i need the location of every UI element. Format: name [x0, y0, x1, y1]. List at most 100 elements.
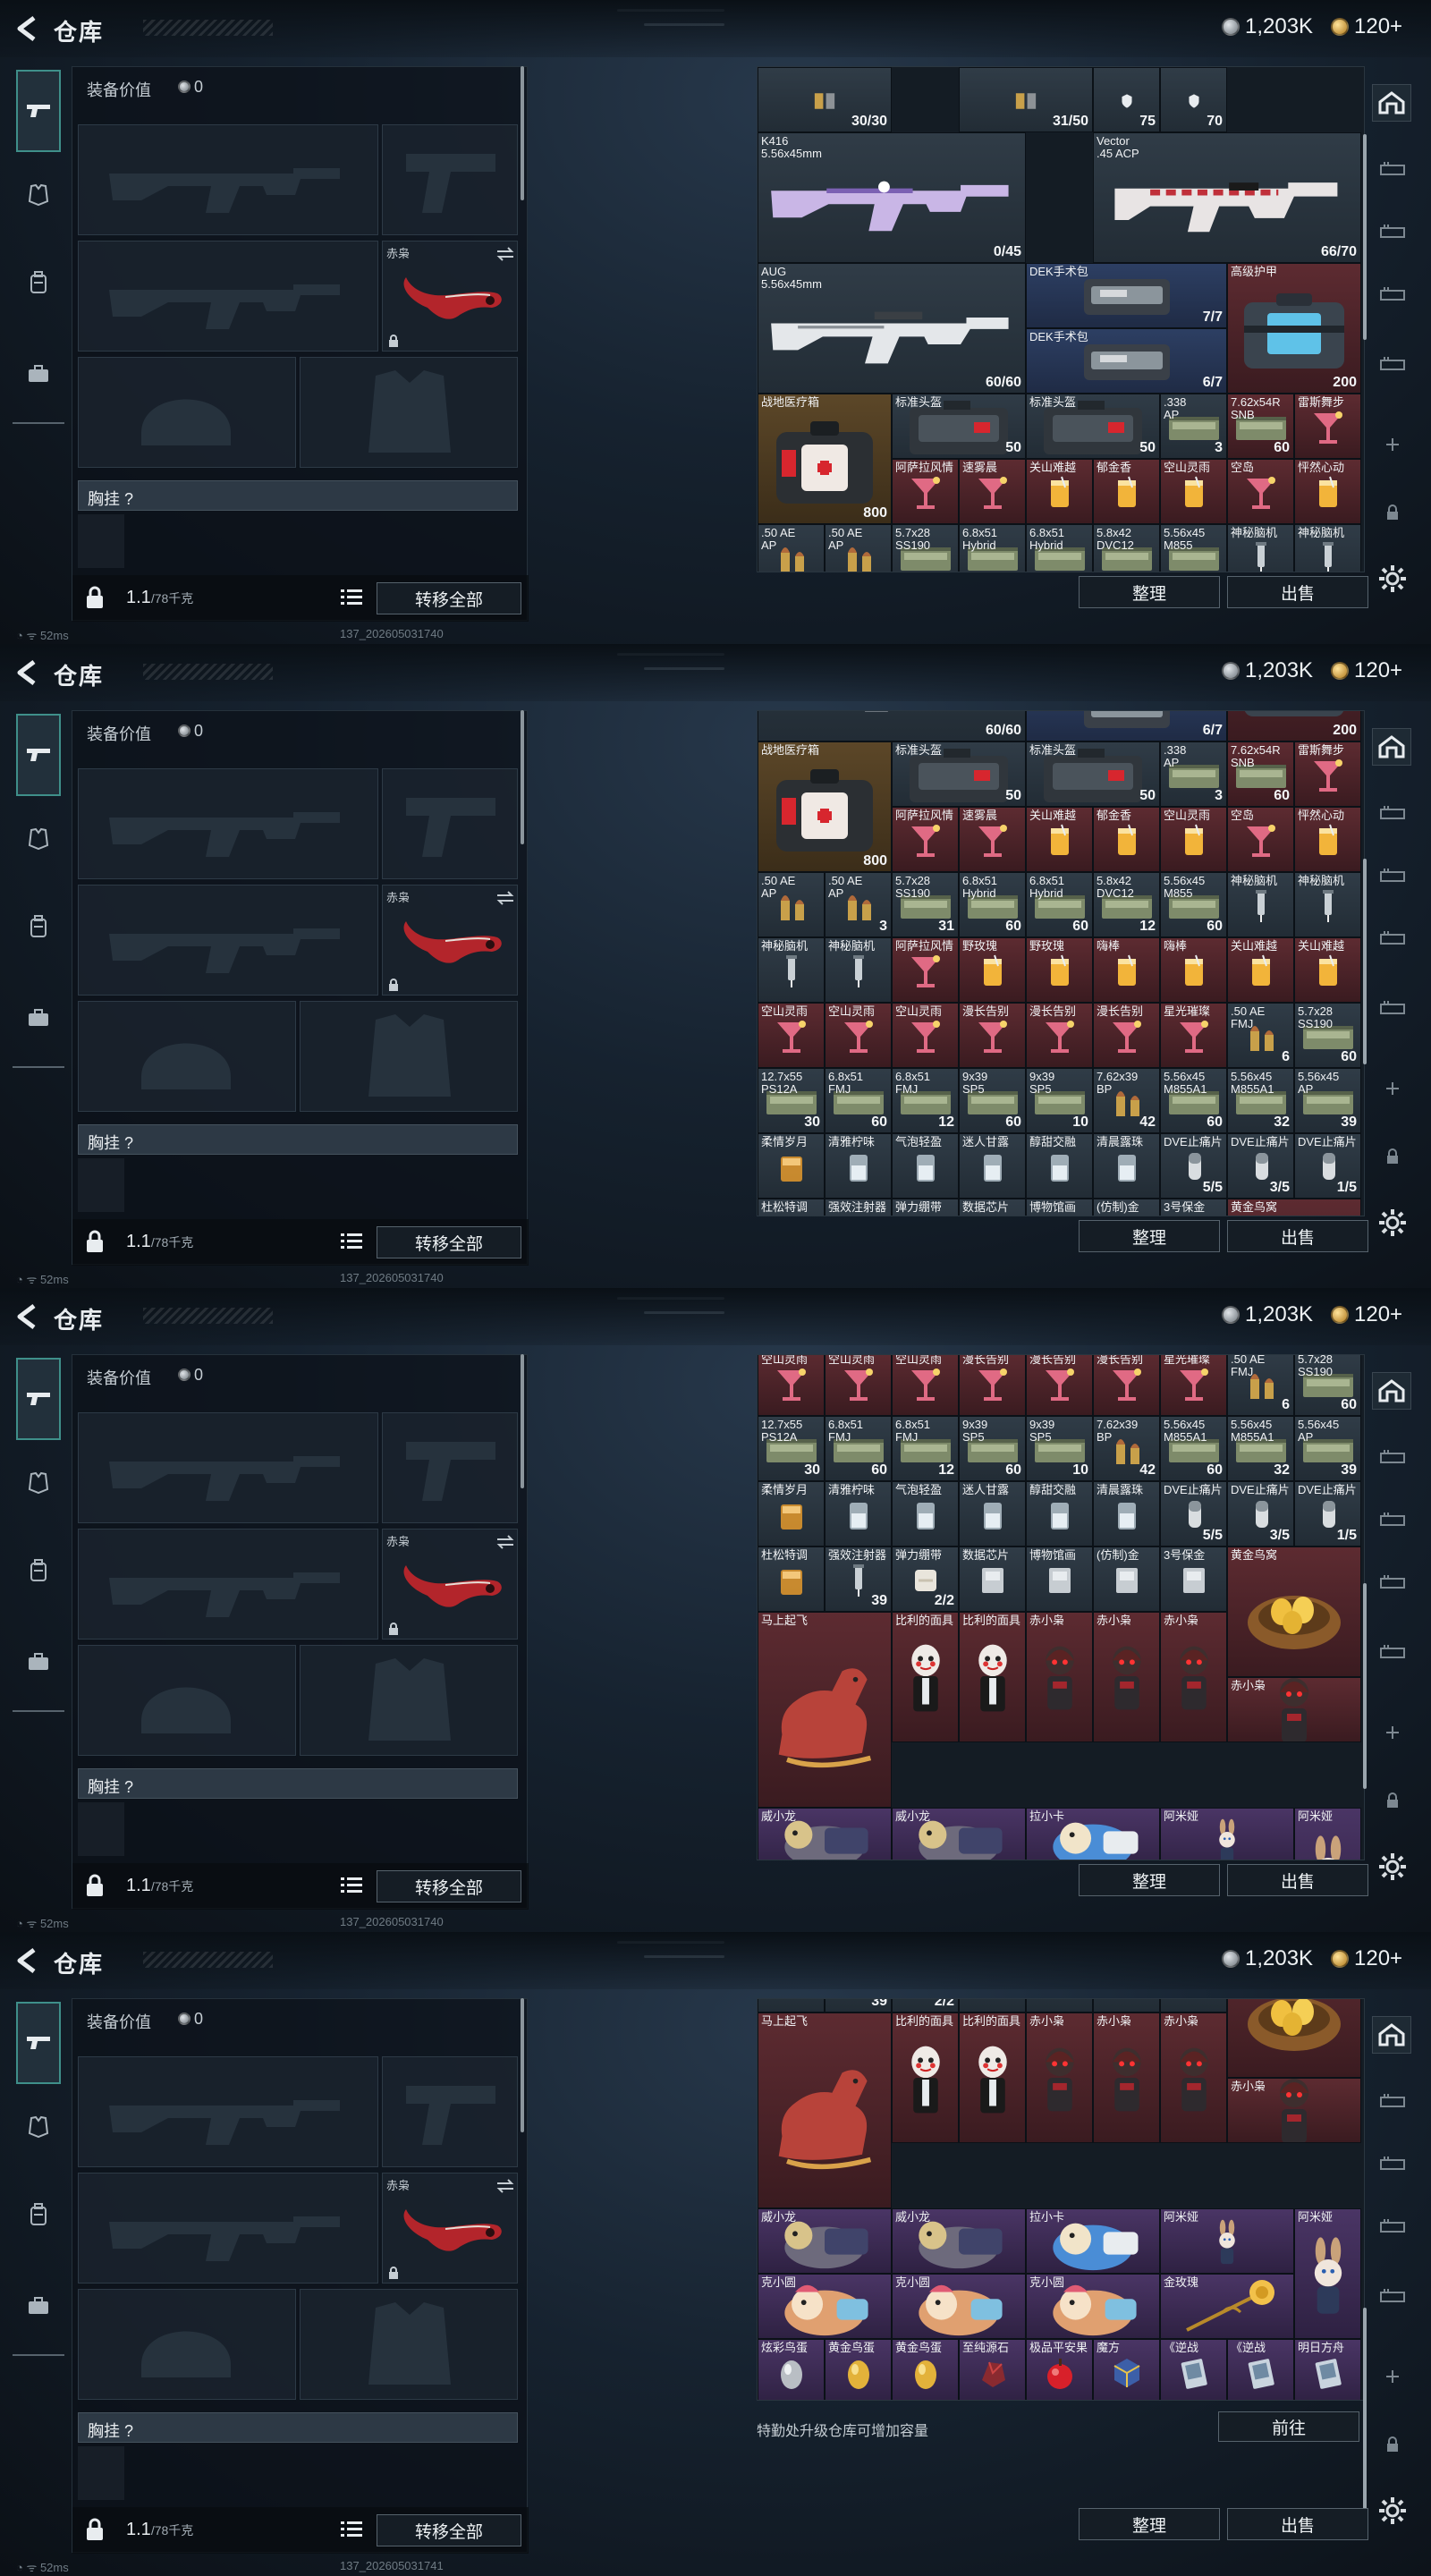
inventory-item[interactable]: 清雅柠味 — [825, 1480, 892, 1546]
melee-slot[interactable]: 赤枭 — [382, 241, 518, 352]
inventory-item[interactable]: 黄金鸟蛋 — [825, 2339, 892, 2400]
inventory-item[interactable]: 5.7x28 SS190 60 — [1294, 1002, 1361, 1068]
nav-armor[interactable] — [18, 2107, 59, 2147]
inventory-item[interactable]: 赤小枭 — [1227, 2078, 1361, 2144]
inventory-item[interactable]: 空岛 — [1227, 459, 1294, 524]
inventory-item[interactable]: 阿萨拉风情 — [892, 806, 959, 872]
inventory-item[interactable]: 克小圆 — [1026, 2274, 1160, 2340]
inventory-item[interactable]: .50 AE AP — [758, 871, 825, 937]
pistol-slot[interactable] — [382, 768, 518, 879]
inventory-item[interactable]: 空山灵雨 — [825, 1002, 892, 1068]
inventory-item[interactable]: 杜松特调 — [758, 1198, 825, 1216]
inventory-item[interactable]: 强效注射器39 — [825, 1999, 892, 2013]
back-arrow-icon[interactable] — [13, 1302, 45, 1331]
inventory-item[interactable]: (仿制)金 — [1093, 1999, 1160, 2013]
inventory-item[interactable]: 克小圆 — [892, 2274, 1026, 2340]
inventory-item[interactable]: 7.62x39 BP 42 — [1093, 1415, 1160, 1481]
inventory-item[interactable]: 5.56x45 M855A1 60 — [1160, 1067, 1227, 1133]
inventory-item[interactable]: 清晨露珠 — [1093, 1132, 1160, 1199]
inventory-item[interactable]: 空山灵雨 — [758, 1355, 825, 1416]
inventory-item[interactable]: 5.8x42DVC12 12 — [1093, 871, 1160, 937]
inventory-item[interactable]: 数据芯片 — [959, 1546, 1026, 1612]
swap-icon[interactable] — [495, 1535, 515, 1549]
sort-button[interactable]: 整理 — [1079, 1864, 1220, 1896]
loadout-scrollbar[interactable] — [521, 66, 524, 200]
nav-backpack[interactable] — [18, 263, 59, 302]
inventory-item[interactable]: 阿米娅 — [1294, 1807, 1361, 1860]
inventory-item[interactable]: 5.7x28SS190 31 — [892, 524, 959, 572]
inventory-item[interactable]: .338 AP 3 — [1160, 394, 1227, 459]
pistol-slot[interactable] — [382, 1412, 518, 1523]
inventory-item[interactable]: 70 — [1160, 67, 1227, 132]
inventory-item[interactable]: 标准头盔 50 — [892, 741, 1026, 807]
nav-backpack[interactable] — [18, 907, 59, 946]
inventory-item[interactable]: 赤小枭 — [1026, 2012, 1093, 2144]
transfer-all-button[interactable]: 转移全部 — [377, 2514, 521, 2546]
inventory-item[interactable]: 漫长告别 — [1026, 1002, 1093, 1068]
inventory-item[interactable]: 极品平安果 — [1026, 2339, 1093, 2400]
inventory-item[interactable]: 野玫瑰 — [1026, 936, 1093, 1003]
locked-tab[interactable] — [1376, 2431, 1410, 2458]
inventory-item[interactable]: 战地医疗箱 800 — [758, 741, 892, 872]
inventory-item[interactable]: 5.7x28SS190 31 — [892, 871, 959, 937]
chest-rig-slot[interactable]: 胸挂 ? — [78, 480, 518, 511]
inventory-item[interactable]: 3号保金 — [1160, 1999, 1227, 2013]
inventory-item[interactable]: 博物馆画 — [1026, 1999, 1093, 2013]
nav-case[interactable] — [18, 998, 59, 1038]
list-icon[interactable] — [341, 2520, 362, 2539]
inventory-item[interactable]: 赤小枭 — [1227, 1676, 1361, 1742]
inventory-item[interactable]: 3号保金 — [1160, 1198, 1227, 1216]
secondary-weapon-slot[interactable] — [78, 1529, 378, 1640]
inventory-item[interactable]: 清晨露珠 — [1093, 1480, 1160, 1546]
pistol-slot[interactable] — [382, 124, 518, 235]
inventory-item[interactable]: (仿制)金 — [1093, 1198, 1160, 1216]
inventory-item[interactable]: 7.62x54R SNB 60 — [1227, 741, 1294, 807]
warehouse-grid[interactable]: 30/3031/507570K4165.56x45mm0/45Vector.45… — [757, 1998, 1365, 2401]
tab-storage-1[interactable] — [1376, 1444, 1410, 1470]
inventory-item[interactable]: 雷斯舞步 — [1294, 741, 1361, 807]
inventory-item[interactable]: 黄金鸟窝 — [1227, 1546, 1361, 1677]
tab-storage-4[interactable] — [1376, 351, 1410, 377]
helmet-slot[interactable] — [78, 357, 296, 468]
tab-storage-3[interactable] — [1376, 281, 1410, 308]
inventory-item[interactable]: 空山灵雨 — [892, 1355, 959, 1416]
inventory-item[interactable]: DEK手术包 6/7 — [1026, 328, 1227, 394]
tab-storage-1[interactable] — [1376, 156, 1410, 182]
sort-button[interactable]: 整理 — [1079, 2508, 1220, 2540]
inventory-item[interactable]: 9x39 SP5 10 — [1026, 1067, 1093, 1133]
transfer-all-button[interactable]: 转移全部 — [377, 1870, 521, 1902]
inventory-item[interactable]: 5.56x45 M855A1 32 — [1227, 1415, 1294, 1481]
inventory-item[interactable]: 威小龙 — [892, 2208, 1026, 2275]
loadout-scrollbar[interactable] — [521, 1354, 524, 1488]
inventory-item[interactable]: 空山灵雨 — [892, 1002, 959, 1068]
inventory-item[interactable]: 3号保金 — [1160, 1546, 1227, 1612]
inventory-item[interactable]: 5.56x45 M855A1 32 — [1227, 1067, 1294, 1133]
inventory-item[interactable]: 博物馆画 — [1026, 1546, 1093, 1612]
inventory-item[interactable]: 5.56x45 AP 39 — [1294, 1415, 1361, 1481]
sell-button[interactable]: 出售 — [1227, 2508, 1368, 2540]
inventory-item[interactable]: 6.8x51 FMJ 60 — [825, 1067, 892, 1133]
loadout-scrollbar[interactable] — [521, 710, 524, 844]
inventory-item[interactable]: 5.56x45 M855A1 60 — [1160, 1415, 1227, 1481]
inventory-item[interactable]: 标准头盔 50 — [892, 394, 1026, 459]
tab-storage-3[interactable] — [1376, 2213, 1410, 2240]
tab-warehouse-main[interactable] — [1372, 2016, 1411, 2054]
swap-icon[interactable] — [495, 247, 515, 261]
inventory-item[interactable]: 9x39 SP5 10 — [1026, 1415, 1093, 1481]
swap-icon[interactable] — [495, 2179, 515, 2193]
inventory-item[interactable]: DVE止痛片 5/5 — [1160, 1480, 1227, 1546]
inventory-item[interactable]: DVE止痛片 5/5 — [1160, 1132, 1227, 1199]
inventory-item[interactable]: 迷人甘露 — [959, 1132, 1026, 1199]
inventory-item[interactable]: 阿米娅 — [1294, 2208, 1361, 2340]
inventory-item[interactable]: 关山难越 — [1227, 936, 1294, 1003]
padlock-icon[interactable] — [85, 585, 105, 610]
goto-button[interactable]: 前往 — [1218, 2411, 1359, 2442]
helmet-slot[interactable] — [78, 1645, 296, 1756]
armor-slot[interactable] — [300, 1001, 518, 1112]
inventory-item[interactable]: 漫长告别 — [1026, 1355, 1093, 1416]
inventory-item[interactable]: 阿萨拉风情 — [892, 936, 959, 1003]
inventory-item[interactable]: 比利的面具 — [892, 1611, 959, 1742]
nav-weapons[interactable] — [16, 70, 61, 152]
add-tab-button[interactable] — [1376, 1075, 1410, 1102]
nav-armor[interactable] — [18, 175, 59, 215]
